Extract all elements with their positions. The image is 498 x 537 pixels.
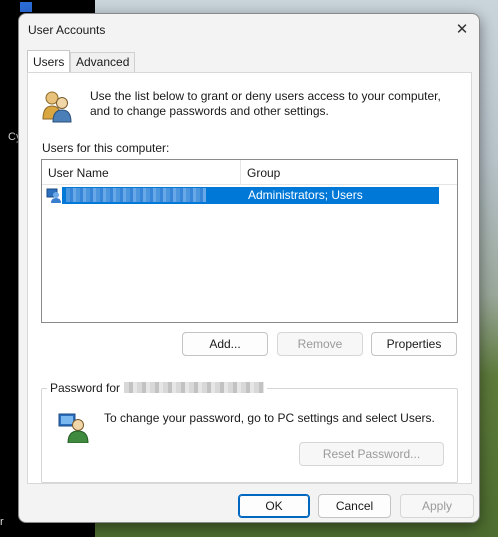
reset-password-button[interactable]: Reset Password... [299,442,444,466]
users-list-label: Users for this computer: [42,141,170,155]
tab-advanced[interactable]: Advanced [70,52,136,72]
ok-button[interactable]: OK [238,494,310,518]
redacted-user-name-legend [124,382,265,393]
user-icon [46,188,61,203]
password-instructions: To change your password, go to PC settin… [104,411,435,425]
password-legend: Password for [47,381,268,395]
users-tab-panel: Use the list below to grant or deny user… [27,72,472,484]
cancel-button[interactable]: Cancel [318,494,391,518]
add-button[interactable]: Add... [182,332,268,356]
apply-button[interactable]: Apply [400,494,474,518]
password-legend-label: Password for [50,381,121,395]
password-groupbox: Password for To change your password, go… [41,381,458,483]
title-bar[interactable]: User Accounts ✕ [19,14,479,46]
list-header: User Name Group [42,160,457,185]
close-button[interactable]: ✕ [451,19,473,41]
table-row[interactable]: Administrators; Users [46,187,439,204]
properties-button[interactable]: Properties [371,332,457,356]
column-header-group[interactable]: Group [241,160,447,184]
column-header-user-name[interactable]: User Name [42,160,241,184]
desktop-shortcut-icon[interactable] [20,2,32,12]
users-list[interactable]: User Name Group Administrators; Users [41,159,458,323]
row-group-cell: Administrators; Users [248,188,363,202]
tab-users[interactable]: Users [27,50,71,72]
remove-button[interactable]: Remove [277,332,363,356]
user-accounts-dialog: User Accounts ✕ Users Advanced Use the l… [18,13,480,523]
window-title: User Accounts [28,23,106,37]
users-icon [42,91,72,123]
desktop-label-fragment-2: r [0,516,4,528]
intro-text: Use the list below to grant or deny user… [90,89,441,118]
redacted-user-name [66,188,206,202]
user-key-icon [58,413,89,443]
